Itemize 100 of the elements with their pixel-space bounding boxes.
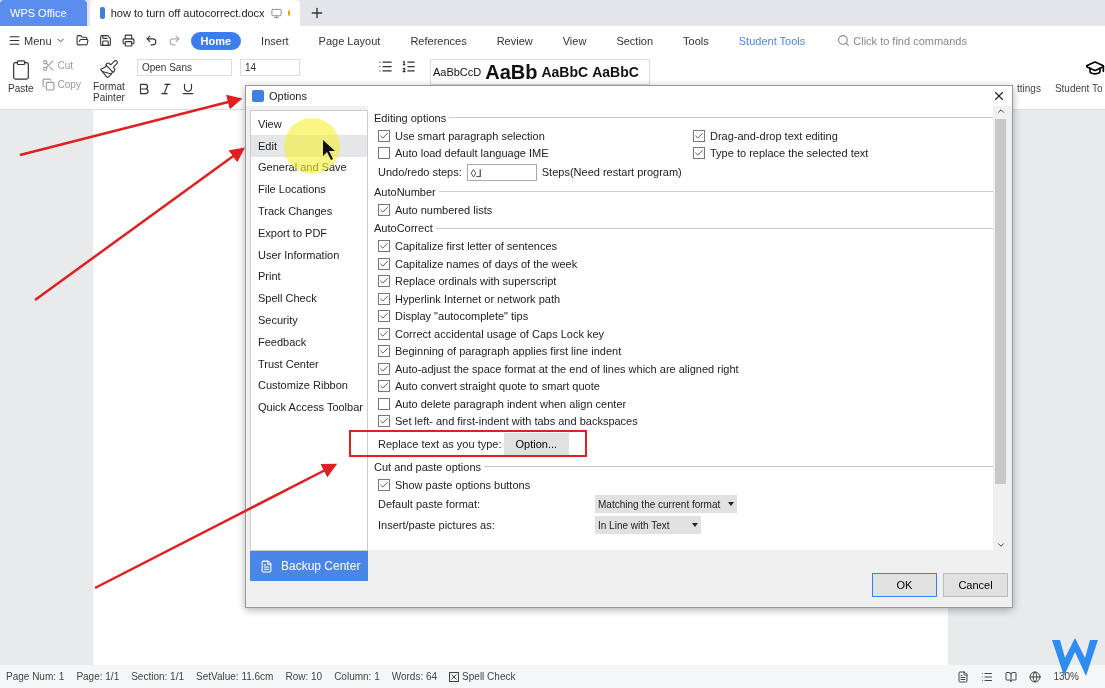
font-field[interactable]: Open Sans [136,59,232,76]
category-item[interactable]: Trust Center [251,352,367,375]
ribbon-tab[interactable]: References [400,31,477,50]
checkbox[interactable] [693,147,705,160]
dialog-button[interactable]: Cancel [943,572,1008,597]
category-item[interactable]: Print [251,265,367,288]
ribbon-tab[interactable]: Insert [251,31,299,50]
checkbox[interactable] [378,310,390,323]
dropdown[interactable]: Matching the current format [595,495,737,513]
style-gallery[interactable]: AaBbCcD AaBb AaBbC AaBbC [429,59,650,85]
ribbon-tab[interactable]: Student Tools [728,31,816,50]
option-label: Undo/redo steps: [378,166,462,178]
bullet-list-icon[interactable] [377,59,393,74]
option-label: Auto load default language IME [395,147,549,160]
paste-button[interactable]: Paste [8,59,34,94]
spell-check-button[interactable]: Spell Check [449,671,516,682]
ribbon-tab[interactable]: Tools [673,31,719,50]
brush-icon [98,59,119,79]
category-item[interactable]: User Information [251,243,367,266]
app-icon [252,90,264,102]
checkbox[interactable] [378,478,390,491]
category-item[interactable]: Feedback [251,330,367,353]
checkbox[interactable] [378,380,390,393]
font-size-field[interactable]: 14 [239,59,300,76]
category-item[interactable]: Quick Access Toolbar [251,396,367,419]
italic-icon[interactable] [158,82,173,96]
option-label: Replace ordinals with superscript [395,275,557,288]
caret-icon [728,502,734,506]
printer-icon[interactable] [121,34,135,47]
checkbox[interactable] [378,362,390,375]
format-painter-button[interactable]: Format Painter [88,59,129,103]
option-label: Auto-adjust the space format at the end of lines which are aligned right [395,362,739,375]
undo-icon[interactable] [144,34,158,47]
option-label: Show paste options buttons [395,478,531,491]
ribbon-tab[interactable]: Section [606,31,664,50]
save-icon[interactable] [98,34,112,47]
search-icon [837,34,851,47]
graduation-cap-icon[interactable] [1085,58,1105,78]
option-label: Hyperlink Internet or network path [395,292,561,305]
dialog-button[interactable]: OK [872,572,937,597]
category-item[interactable]: Security [251,309,367,331]
ribbon-label[interactable]: Student To [1054,83,1103,94]
status-text: SetValue: 11.6cm [196,671,274,682]
globe-icon[interactable] [1029,670,1042,683]
checkbox[interactable] [378,203,390,216]
backup-center-button[interactable]: Backup Center [250,551,368,581]
checkbox[interactable] [378,415,390,428]
book-icon[interactable] [1005,670,1018,683]
dropdown[interactable]: In Line with Text [595,516,701,534]
category-item[interactable]: View [251,113,367,135]
number-field[interactable]: ◊⅃ [466,163,537,181]
style-sample[interactable]: AaBb [483,60,540,84]
style-sample[interactable]: AaBbC [590,64,641,80]
checkbox[interactable] [378,345,390,358]
numbered-list-icon[interactable] [400,59,416,74]
option-label: Replace text as you type: [378,437,502,450]
checkbox[interactable] [378,275,390,288]
category-item[interactable]: File Locations [251,178,367,201]
ribbon-tab[interactable]: Page Layout [308,31,391,50]
checkbox[interactable] [693,129,705,142]
style-sample[interactable]: AaBbC [539,64,591,80]
chevron-up-icon[interactable] [995,106,1006,116]
page-view-icon[interactable] [957,670,970,683]
checkbox[interactable] [378,147,390,160]
category-item[interactable]: Spell Check [251,287,367,310]
category-item[interactable]: Track Changes [251,200,367,222]
zoom-level[interactable]: 130% [1053,671,1079,682]
checkbox[interactable] [378,397,390,410]
option-label: Auto numbered lists [395,203,493,216]
chevron-down-icon[interactable] [995,540,1006,550]
ribbon-label[interactable]: ttings [1017,83,1041,94]
checkbox[interactable] [378,257,390,270]
menu-button[interactable]: Menu [8,34,66,47]
category-item[interactable]: General and Save [251,156,367,179]
checkbox[interactable] [378,292,390,305]
scrollbar[interactable] [993,106,1008,550]
option-label: Steps(Need restart program) [541,166,682,178]
status-text: Section: 1/1 [131,671,184,682]
option-button[interactable]: Option... [503,432,570,455]
list-icon[interactable] [981,670,994,683]
option-label: Correct accidental usage of Caps Lock key [395,327,605,340]
close-icon[interactable] [992,89,1006,103]
ribbon-tab[interactable]: Home [190,31,242,50]
folder-icon[interactable] [75,34,89,47]
cursor-icon [323,140,335,160]
category-item[interactable]: Edit [251,134,367,157]
style-sample[interactable]: AaBbCcD [430,66,484,78]
option-label: Auto delete paragraph indent when align center [395,397,627,410]
checkbox[interactable] [378,129,390,142]
ribbon-tab[interactable]: View [552,31,597,50]
underline-icon[interactable] [180,82,195,96]
command-search[interactable]: Click to find commands [837,34,967,47]
option-label: Set left- and first-indent with tabs and backspaces [395,415,638,428]
app-tab[interactable]: how to turn off autocorrect.docx [90,0,300,26]
option-label: Auto convert straight quote to smart quote [395,380,600,393]
checkbox[interactable] [378,327,390,340]
checkbox[interactable] [378,240,390,253]
ribbon-tab[interactable]: Review [486,31,543,50]
category-item[interactable]: Export to PDF [251,222,367,244]
category-item[interactable]: Customize Ribbon [251,374,367,397]
